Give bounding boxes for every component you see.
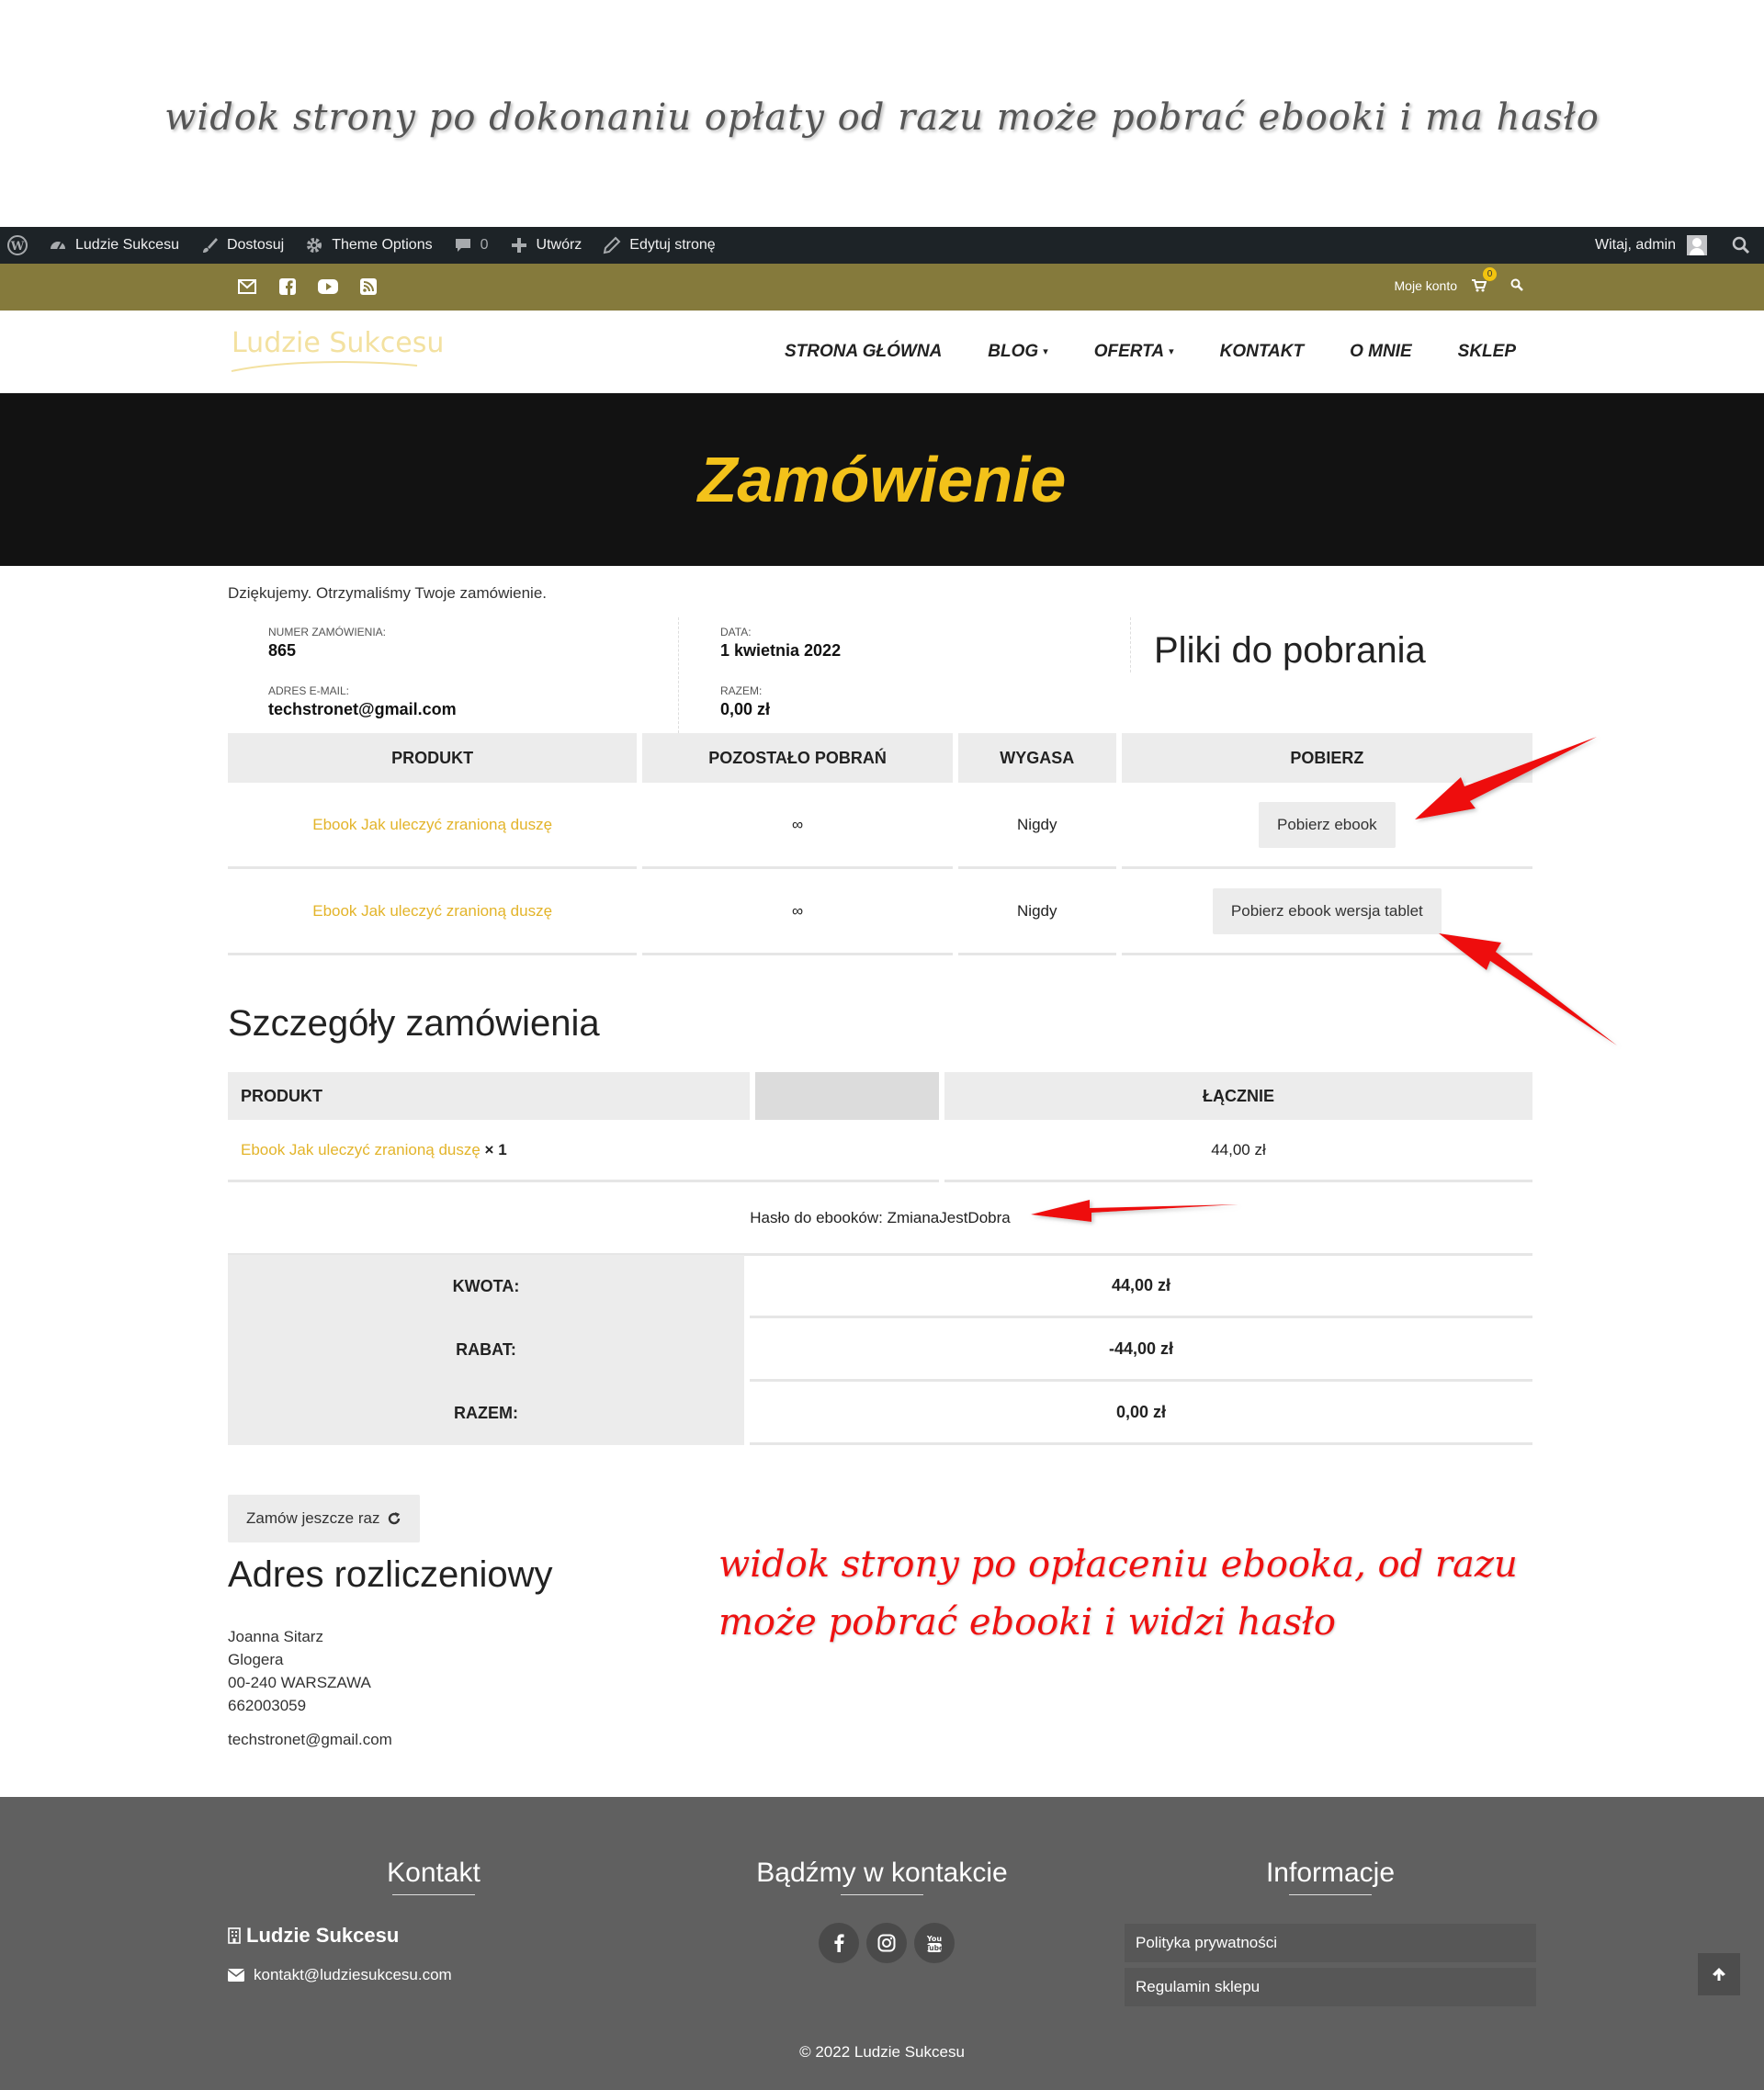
footer-link-terms[interactable]: Regulamin sklepu bbox=[1125, 1968, 1536, 2006]
footer-brand: Ludzie Sukcesu bbox=[228, 1924, 399, 1948]
facebook-icon[interactable] bbox=[819, 1923, 859, 1963]
footer-link-privacy[interactable]: Polityka prywatności bbox=[1125, 1924, 1536, 1962]
instagram-icon[interactable] bbox=[866, 1923, 907, 1963]
footer-copyright: © 2022 Ludzie Sukcesu bbox=[799, 2043, 965, 2061]
svg-text:You: You bbox=[926, 1935, 943, 1943]
site-footer: Kontakt Bądźmy w kontakcie Informacje Lu… bbox=[0, 1797, 1764, 2090]
footer-social-heading: Bądźmy w kontakcie bbox=[671, 1858, 1093, 1895]
scroll-to-top-button[interactable] bbox=[1698, 1953, 1740, 1995]
footer-email[interactable]: kontakt@ludziesukcesu.com bbox=[228, 1966, 452, 1984]
building-icon bbox=[228, 1927, 241, 1944]
footer-email-label: kontakt@ludziesukcesu.com bbox=[254, 1966, 452, 1983]
footer-info-heading: Informacje bbox=[1119, 1858, 1542, 1895]
arrow-to-tablet-button bbox=[1439, 933, 1617, 1045]
footer-contact-heading: Kontakt bbox=[222, 1858, 645, 1895]
svg-text:Tube: Tube bbox=[925, 1944, 944, 1952]
arrow-up-icon bbox=[1713, 1968, 1725, 1981]
footer-social-icons: You Tube bbox=[819, 1923, 955, 1963]
annotation-arrows bbox=[1031, 737, 1617, 1222]
arrow-to-password bbox=[1031, 1200, 1238, 1222]
youtube-icon[interactable]: You Tube bbox=[914, 1923, 955, 1963]
envelope-icon bbox=[228, 1969, 244, 1982]
footer-brand-label: Ludzie Sukcesu bbox=[246, 1924, 400, 1947]
arrow-to-download-button bbox=[1415, 737, 1597, 819]
